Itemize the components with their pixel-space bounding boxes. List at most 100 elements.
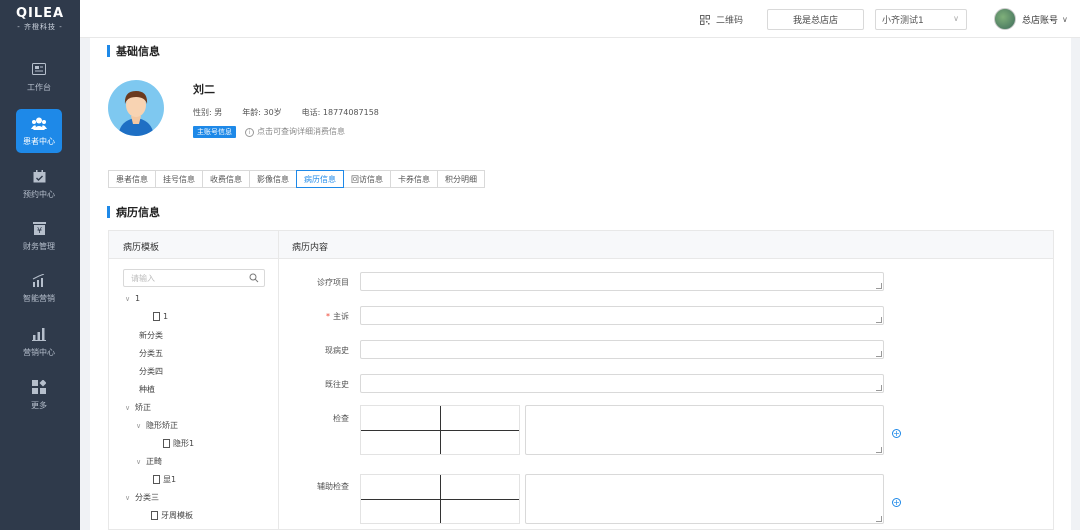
panel-header: 病历模板 病历内容 <box>109 231 1053 259</box>
tree-node-label: 矫正 <box>135 403 151 412</box>
tree-node[interactable]: ∨ 矫正 <box>125 402 151 413</box>
medical-record-title: 病历信息 <box>107 204 160 220</box>
patient-gender: 性别: 男 <box>193 108 223 117</box>
calendar-icon <box>31 168 47 184</box>
nav-label: 患者中心 <box>23 137 55 146</box>
qr-code-link[interactable]: 二维码 <box>700 13 743 26</box>
tree-node[interactable]: 分类五 <box>139 348 163 359</box>
tree-node-label: 种植 <box>139 385 155 394</box>
title-accent-bar <box>107 45 110 57</box>
nav-item-more[interactable]: 更多 <box>16 373 62 417</box>
tree-node-label: 隐形矫正 <box>146 421 178 430</box>
nav-label: 财务管理 <box>23 242 55 251</box>
main-account-tag[interactable]: 主账号信息 <box>193 126 236 138</box>
file-icon <box>151 511 158 520</box>
nav-label: 工作台 <box>27 83 51 92</box>
nav-item-appointments[interactable]: 预约中心 <box>16 162 62 206</box>
qr-code-icon <box>700 14 710 25</box>
patient-age: 年龄: 30岁 <box>242 108 282 117</box>
account-menu[interactable]: 总店账号 ∨ <box>994 8 1068 30</box>
tree-node-label: 1 <box>163 312 169 321</box>
nav-label: 预约中心 <box>23 190 55 199</box>
patients-icon <box>31 115 47 131</box>
tree-node-label: 显1 <box>163 475 177 484</box>
nav-item-workbench[interactable]: 工作台 <box>16 55 62 99</box>
account-label: 总店账号 <box>1022 15 1059 26</box>
chevron-down-icon: ∨ <box>125 403 131 412</box>
tree-node[interactable]: 牙周模板 <box>151 510 193 521</box>
logo-subtitle: - 齐橙科技 - <box>17 22 63 31</box>
tree-node-label: 分类五 <box>139 349 163 358</box>
add-auxiliary-exam-button[interactable]: + <box>892 498 901 507</box>
tree-node[interactable]: 隐形1 <box>163 438 194 449</box>
consumption-hint[interactable]: i 点击可查询详细消费信息 <box>245 126 345 138</box>
info-icon: i <box>245 127 254 137</box>
file-icon <box>153 475 160 484</box>
tree-node[interactable]: ∨ 分类三 <box>125 492 159 503</box>
tooth-position-chart[interactable] <box>360 474 520 524</box>
tab-medical-records[interactable]: 病历信息 <box>296 170 344 188</box>
patient-details: 性别: 男 年龄: 30岁 电话: 18774087158 <box>193 107 379 118</box>
tree-node[interactable]: 1 <box>153 312 168 321</box>
tree-node-label: 分类四 <box>139 367 163 376</box>
tree-node[interactable]: 种植 <box>139 384 155 395</box>
file-icon <box>163 439 170 448</box>
add-examination-button[interactable]: + <box>892 429 901 438</box>
tab-patient-info[interactable]: 患者信息 <box>108 170 156 188</box>
tree-node-label: 分类三 <box>135 493 159 502</box>
more-apps-icon <box>31 379 47 395</box>
tooth-chart-v-axis <box>440 406 441 454</box>
treatment-item-field[interactable] <box>360 272 884 291</box>
qr-code-label: 二维码 <box>716 16 744 26</box>
tree-node[interactable]: ∨ 隐形矫正 <box>136 420 178 431</box>
present-history-field[interactable] <box>360 340 884 359</box>
nav-item-patients[interactable]: 患者中心 <box>16 109 62 153</box>
store-button[interactable]: 我是总店店 <box>767 9 864 30</box>
clinic-select[interactable]: 小齐测试1 ∨ <box>875 9 967 30</box>
tab-follow-up[interactable]: 回访信息 <box>343 170 391 188</box>
nav-item-marketing-center[interactable]: 营销中心 <box>16 320 62 364</box>
tab-coupons[interactable]: 卡券信息 <box>390 170 438 188</box>
chevron-down-icon: ∨ <box>125 493 131 502</box>
patient-tabs: 患者信息 挂号信息 收费信息 影像信息 病历信息 回访信息 卡券信息 积分明细 <box>108 170 485 188</box>
basic-info-title: 基础信息 <box>107 43 160 59</box>
template-search-input[interactable]: 请输入 <box>123 269 265 287</box>
chevron-down-icon: ∨ <box>1062 14 1068 24</box>
tab-points[interactable]: 积分明细 <box>437 170 485 188</box>
tooth-position-chart[interactable] <box>360 405 520 455</box>
search-icon <box>249 273 259 283</box>
nav-label: 更多 <box>31 401 47 410</box>
tree-node[interactable]: 新分类 <box>139 330 163 341</box>
consumption-hint-text: 点击可查询详细消费信息 <box>257 127 345 136</box>
template-column-header: 病历模板 <box>123 243 160 253</box>
chevron-down-icon: ∨ <box>953 14 959 23</box>
required-mark: * <box>326 312 330 321</box>
tree-node[interactable]: 显1 <box>153 474 176 485</box>
nav-item-finance[interactable]: ¥ 财务管理 <box>16 214 62 258</box>
past-history-field[interactable] <box>360 374 884 393</box>
medical-record-title-text: 病历信息 <box>116 206 160 219</box>
tree-node[interactable]: ∨ 1 <box>125 294 140 303</box>
clinic-select-value: 小齐测试1 <box>882 16 924 26</box>
past-history-label: 既往史 <box>325 380 349 389</box>
tab-registration[interactable]: 挂号信息 <box>155 170 203 188</box>
tree-node-label: 隐形1 <box>173 439 195 448</box>
marketing-icon <box>31 272 47 288</box>
tab-charges[interactable]: 收费信息 <box>202 170 250 188</box>
chief-complaint-field[interactable] <box>360 306 884 325</box>
tab-imaging[interactable]: 影像信息 <box>249 170 297 188</box>
examination-label: 检查 <box>333 414 349 423</box>
tree-node[interactable]: 分类四 <box>139 366 163 377</box>
medical-record-panel: 病历模板 病历内容 请输入 ∨ 1 1 新分类 分类五 分类四 种植 ∨ 矫正 … <box>108 230 1054 530</box>
patient-name: 刘二 <box>193 83 215 96</box>
tree-node[interactable]: ∨ 正畸 <box>136 456 162 467</box>
chevron-down-icon: ∨ <box>125 294 131 303</box>
treatment-item-label: 诊疗项目 <box>317 278 349 287</box>
nav-item-smart-marketing[interactable]: 智能营销 <box>16 266 62 310</box>
tooth-chart-v-axis <box>440 475 441 523</box>
auxiliary-exam-field[interactable] <box>525 474 884 524</box>
examination-field[interactable] <box>525 405 884 455</box>
nav-label: 智能营销 <box>23 294 55 303</box>
title-accent-bar <box>107 206 110 218</box>
chevron-down-icon: ∨ <box>136 457 142 466</box>
